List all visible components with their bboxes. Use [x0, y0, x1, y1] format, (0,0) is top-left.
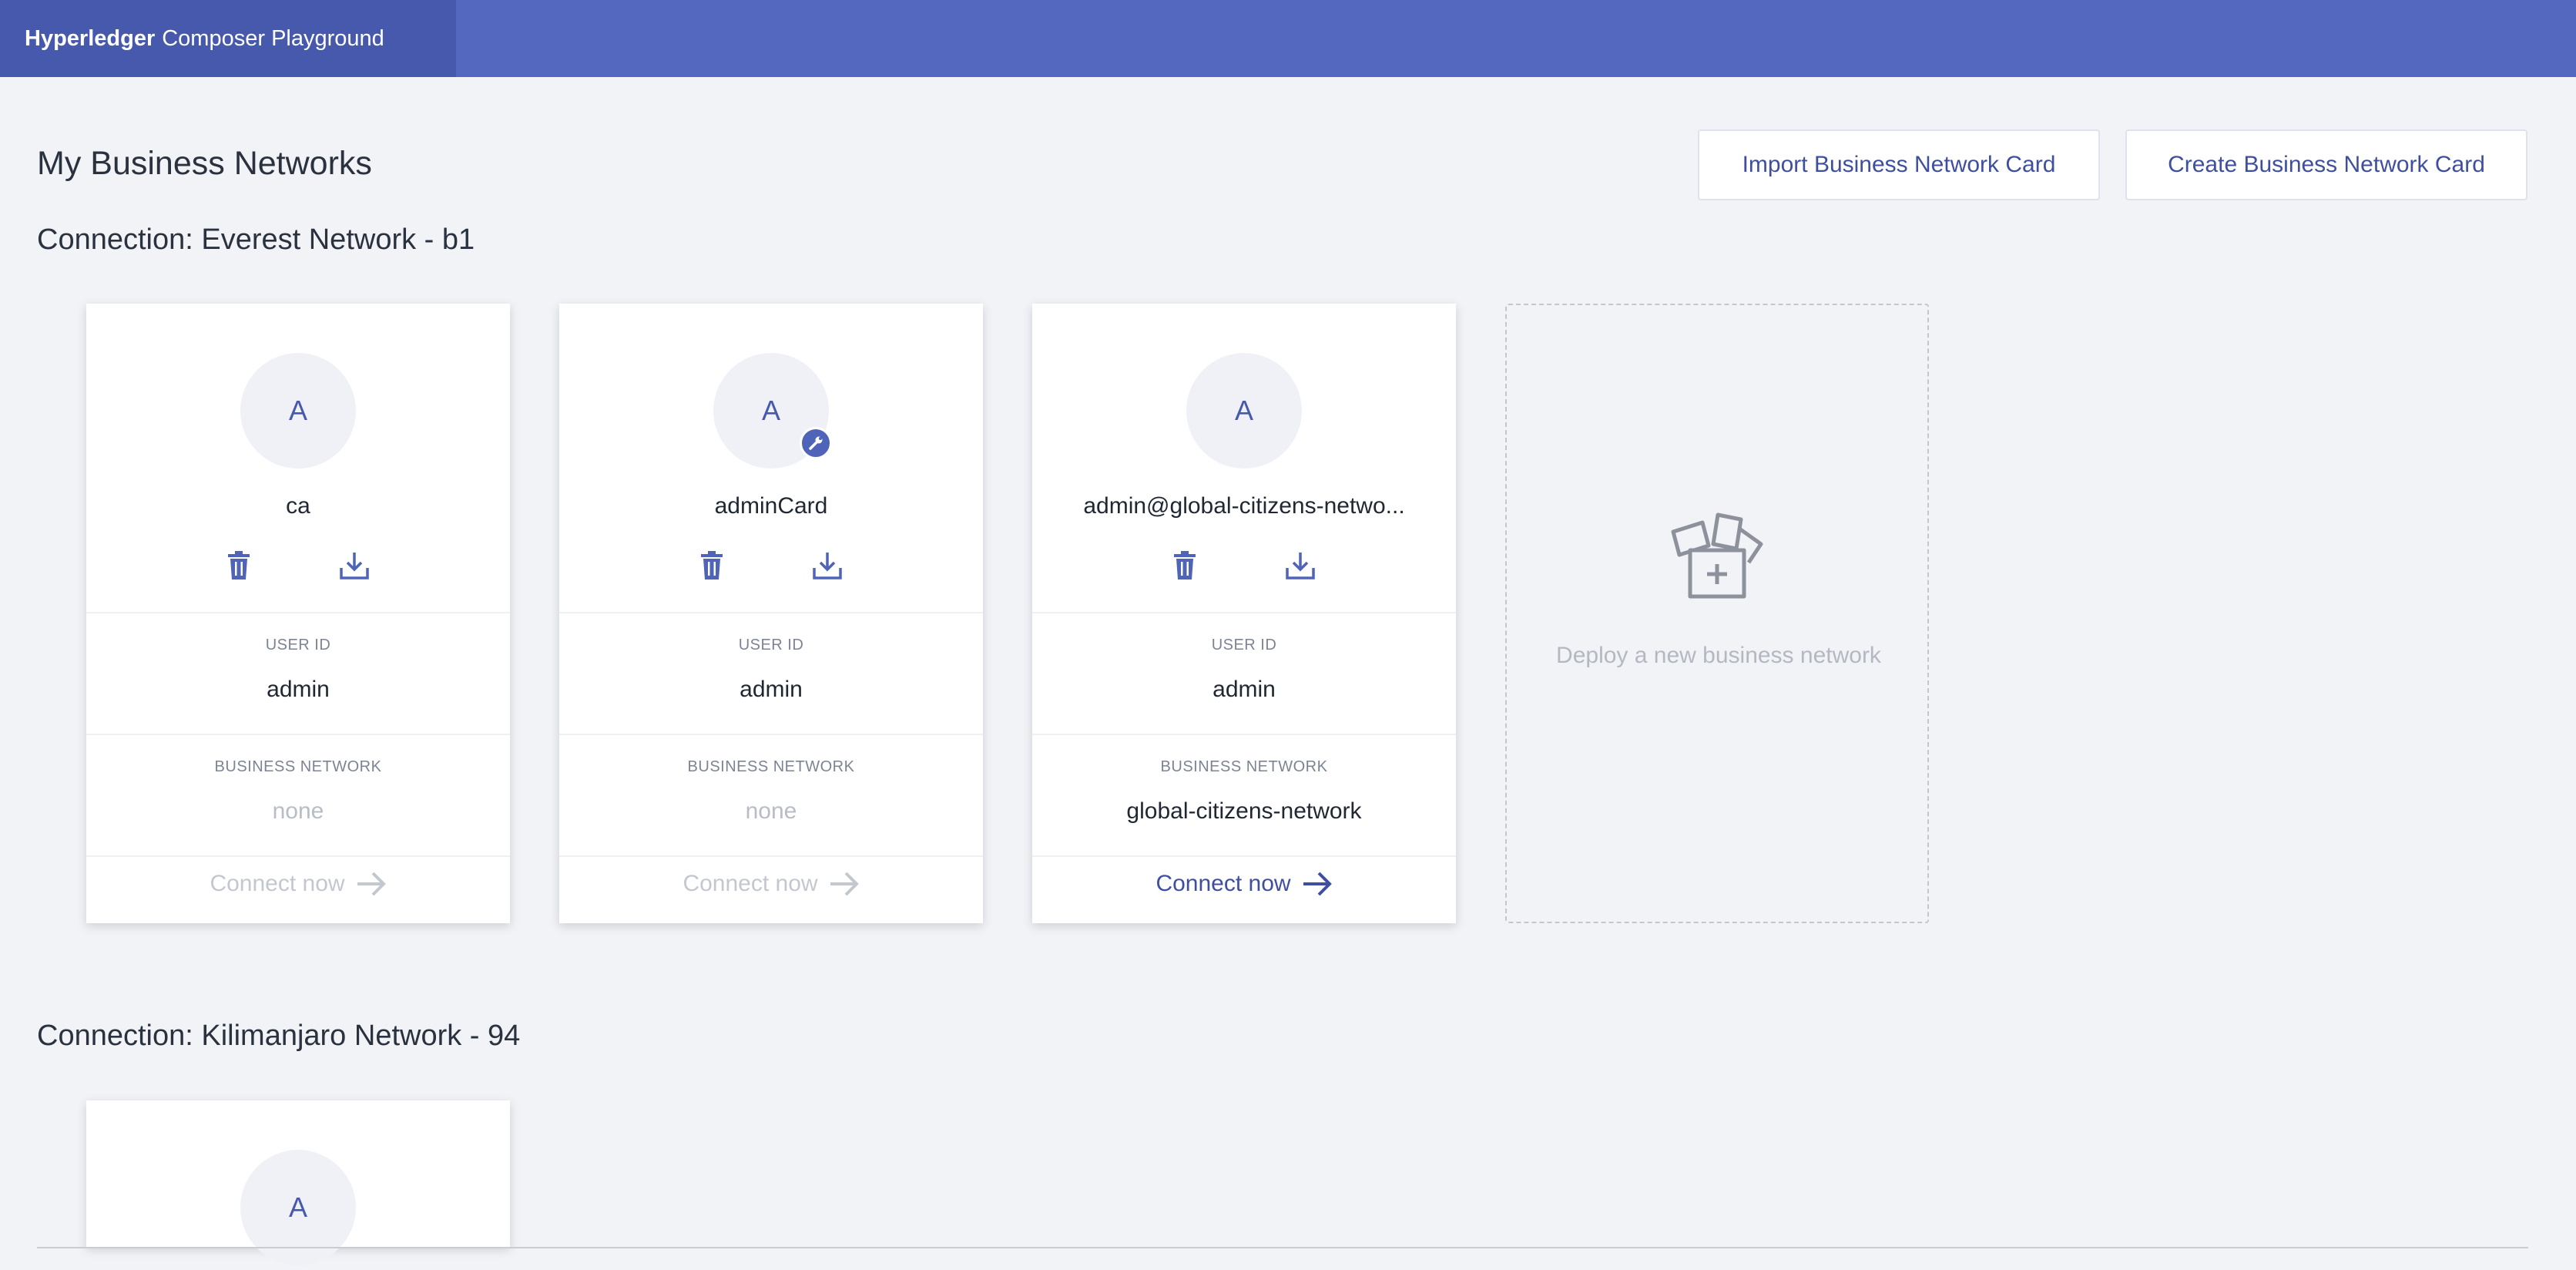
- business-network-value: none: [745, 798, 797, 824]
- connect-now-label: Connect now: [683, 871, 818, 896]
- divider: [86, 855, 510, 857]
- user-id-value: admin: [740, 677, 803, 702]
- identity-card: A adminCard USER ID admin BUSINESS NETWO…: [559, 304, 983, 923]
- business-network-value: global-citizens-network: [1126, 798, 1362, 824]
- trash-icon[interactable]: [222, 549, 256, 583]
- connection-title: Connection: Everest Network - b1: [37, 223, 475, 256]
- divider: [1032, 612, 1456, 613]
- business-network-value: none: [272, 798, 324, 824]
- brand-bold: Hyperledger: [25, 25, 156, 51]
- divider: [86, 612, 510, 613]
- connect-now-label: Connect now: [1156, 871, 1291, 896]
- connect-now-label: Connect now: [210, 871, 345, 896]
- divider: [559, 855, 983, 857]
- connect-now-button[interactable]: Connect now: [559, 860, 983, 908]
- identity-card: A: [86, 1100, 510, 1265]
- arrow-right-icon: [830, 872, 859, 896]
- business-network-label: BUSINESS NETWORK: [214, 758, 382, 775]
- identity-card: A ca USER ID admin BUSINESS NETWORK none…: [86, 304, 510, 923]
- trash-icon[interactable]: [1168, 549, 1202, 583]
- user-id-value: admin: [267, 677, 330, 702]
- wrench-icon: [800, 427, 832, 459]
- avatar: A: [240, 353, 356, 469]
- business-network-label: BUSINESS NETWORK: [687, 758, 855, 775]
- arrow-right-icon: [1303, 872, 1332, 896]
- card-name: admin@global-citizens-netwo...: [1083, 493, 1405, 519]
- user-id-label: USER ID: [1211, 637, 1277, 653]
- card-name: ca: [286, 493, 310, 519]
- trash-icon[interactable]: [695, 549, 729, 583]
- deploy-network-label: Deploy a new business network: [1556, 643, 1881, 668]
- brand-rest: Composer Playground: [162, 25, 384, 51]
- create-card-button[interactable]: Create Business Network Card: [2125, 129, 2527, 200]
- divider: [37, 1247, 2528, 1248]
- brand-logo[interactable]: Hyperledger Composer Playground: [0, 0, 456, 77]
- arrow-right-icon: [357, 872, 386, 896]
- divider: [559, 612, 983, 613]
- download-icon[interactable]: [337, 549, 371, 583]
- download-icon[interactable]: [810, 549, 844, 583]
- identity-card: A admin@global-citizens-netwo... USER ID…: [1032, 304, 1456, 923]
- deploy-cards-icon: [1671, 512, 1763, 599]
- card-name: adminCard: [714, 493, 828, 519]
- download-icon[interactable]: [1283, 549, 1317, 583]
- user-id-value: admin: [1213, 677, 1276, 702]
- import-card-button[interactable]: Import Business Network Card: [1698, 129, 2100, 200]
- connection-title: Connection: Kilimanjaro Network - 94: [37, 1020, 521, 1052]
- user-id-label: USER ID: [265, 637, 331, 653]
- divider: [1032, 734, 1456, 735]
- top-bar: Hyperledger Composer Playground: [0, 0, 2576, 77]
- page-title: My Business Networks: [37, 145, 372, 182]
- user-id-label: USER ID: [738, 637, 804, 653]
- divider: [559, 734, 983, 735]
- connect-now-button[interactable]: Connect now: [1032, 860, 1456, 908]
- divider: [86, 734, 510, 735]
- deploy-network-tile[interactable]: Deploy a new business network: [1505, 304, 1929, 923]
- business-network-label: BUSINESS NETWORK: [1160, 758, 1328, 775]
- divider: [1032, 855, 1456, 857]
- avatar: A: [1186, 353, 1302, 469]
- connect-now-button[interactable]: Connect now: [86, 860, 510, 908]
